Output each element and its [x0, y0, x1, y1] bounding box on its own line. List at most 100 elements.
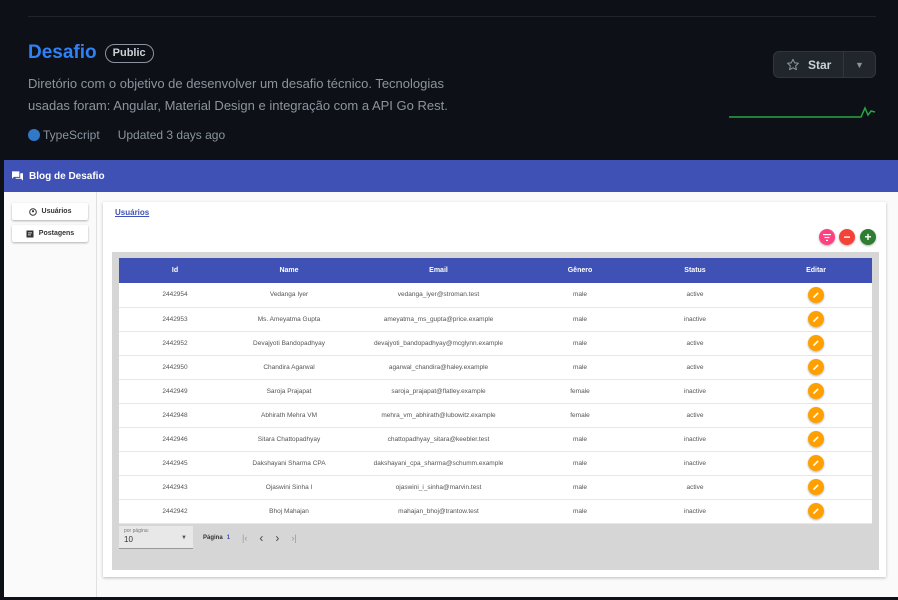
cell-status: inactive: [683, 459, 707, 467]
cell-email: ojaswini_i_sinha@marvin.test: [395, 483, 482, 491]
cell-id: 2442943: [162, 483, 188, 491]
page-label: Página: [203, 534, 223, 541]
pencil-icon: [813, 460, 819, 466]
table-row: 2442954 Vedanga Iyer vedanga_iyer@stroman.…: [119, 283, 872, 307]
filter-icon: [823, 233, 831, 241]
table-header-row: Id Name Email Gênero Status Editar: [119, 258, 872, 283]
column-header-name[interactable]: Name: [231, 258, 347, 283]
app-toolbar: Blog de Desafio: [4, 160, 898, 192]
cell-name: Vedanga Iyer: [269, 291, 309, 299]
edit-button[interactable]: [808, 286, 824, 303]
cell-name: Sitara Chattopadhyay: [257, 435, 321, 443]
pencil-icon: [813, 340, 819, 346]
filter-button[interactable]: [819, 229, 835, 245]
cell-id: 2442946: [162, 435, 188, 443]
cell-name: Chandira Agarwal: [263, 363, 315, 371]
column-header-email[interactable]: Email: [347, 258, 530, 283]
repo-updated: Updated 3 days ago: [117, 128, 226, 142]
cell-edit: [760, 307, 872, 331]
cell-id: 2442945: [162, 459, 188, 467]
table-row: 2442948 Abhirath Mehra VM mehra_vm_abhirat…: [119, 403, 872, 427]
repo-description: Diretório com o objetivo de desenvolver …: [28, 76, 448, 113]
cell-email: mahajan_bhoj@trantow.test: [398, 507, 479, 515]
next-page-icon[interactable]: ›: [275, 531, 279, 545]
app-title: Blog de Desafio: [29, 170, 105, 182]
breadcrumb[interactable]: Usuários: [115, 208, 149, 217]
cell-status: active: [686, 339, 704, 347]
cell-status: active: [686, 483, 704, 491]
cell-id: 2442952: [162, 339, 188, 347]
cell-status: active: [686, 363, 704, 371]
column-header-status[interactable]: Status: [630, 258, 760, 283]
remove-button[interactable]: −: [839, 229, 855, 245]
cell-name: Ojaswini Sinha I: [265, 483, 313, 491]
sidebar-item-usuarios[interactable]: Usuários: [12, 203, 88, 220]
sidebar-item-postagens[interactable]: Postagens: [12, 225, 88, 242]
caret-down-icon: ▼: [181, 535, 187, 541]
cell-name: Ms. Ameyatma Gupta: [257, 315, 321, 323]
star-button[interactable]: Star: [774, 52, 844, 77]
cell-email: chattopadhyay_sitara@keebler.test: [387, 435, 490, 443]
pencil-icon: [813, 316, 819, 322]
table-row: 2442946 Sitara Chattopadhyay chattopadhyay…: [119, 427, 872, 451]
cell-name: Saroja Prajapat: [266, 387, 312, 395]
table-row: 2442943 Ojaswini Sinha I ojaswini_i_sinha@…: [119, 475, 872, 499]
cell-edit: [760, 475, 872, 499]
edit-button[interactable]: [808, 407, 824, 423]
cell-id: 2442942: [162, 507, 188, 515]
pencil-icon: [813, 388, 819, 394]
cell-gender: female: [570, 387, 590, 395]
cell-edit: [760, 427, 872, 451]
forum-icon: [12, 171, 23, 181]
edit-button[interactable]: [808, 503, 824, 519]
post-icon: [26, 230, 34, 237]
repo-name-link[interactable]: Desafio: [28, 42, 97, 64]
cell-email: agarwal_chandira@haley.example: [388, 363, 489, 371]
edit-button[interactable]: [808, 311, 824, 327]
edit-button[interactable]: [808, 479, 824, 495]
star-button-group: Star ▼: [773, 51, 876, 78]
cell-email: vedanga_iyer@stroman.test: [397, 291, 480, 299]
content-card: Usuários − + Id Name Email Gênero Status…: [103, 202, 886, 577]
table-row: 2442950 Chandira Agarwal agarwal_chandira@…: [119, 355, 872, 379]
page-size-select[interactable]: por página: 10 ▼: [119, 526, 193, 549]
edit-button[interactable]: [808, 431, 824, 447]
cell-gender: male: [572, 435, 588, 443]
column-header-gender[interactable]: Gênero: [530, 258, 630, 283]
cell-edit: [760, 331, 872, 355]
edit-button[interactable]: [808, 455, 824, 471]
star-dropdown-button[interactable]: ▼: [844, 52, 875, 77]
cell-email: ameyatma_ms_gupta@price.example: [383, 315, 494, 323]
star-label: Star: [808, 57, 832, 72]
repo-title-row: Desafio Public: [28, 42, 154, 64]
pencil-icon: [813, 508, 819, 514]
cell-gender: male: [572, 483, 588, 491]
cell-status: inactive: [683, 315, 707, 323]
activity-sparkline: [729, 106, 876, 118]
cell-id: 2442954: [162, 291, 188, 299]
last-page-icon[interactable]: ›|: [291, 533, 296, 543]
cell-id: 2442953: [162, 315, 188, 323]
caret-down-icon: ▼: [855, 59, 864, 70]
edit-button[interactable]: [808, 383, 824, 399]
cell-gender: male: [572, 339, 588, 347]
app-screenshot: Blog de Desafio Usuários Postagens Usuár…: [4, 160, 898, 597]
page-size-value: 10: [124, 535, 133, 544]
cell-name: Abhirath Mehra VM: [261, 411, 317, 419]
cell-gender: male: [572, 315, 588, 323]
page-size-label: por página:: [124, 528, 150, 534]
sidebar-item-label: Postagens: [38, 230, 75, 237]
cell-status: inactive: [683, 387, 707, 395]
edit-button[interactable]: [808, 359, 824, 375]
first-page-icon[interactable]: |‹: [242, 533, 247, 543]
repo-language: TypeScript: [43, 128, 100, 142]
users-table: Id Name Email Gênero Status Editar 24429…: [119, 258, 872, 524]
cell-edit: [760, 379, 872, 403]
edit-button[interactable]: [808, 335, 824, 351]
cell-name: Dakshayani Sharma CPA: [252, 459, 326, 467]
add-button[interactable]: +: [860, 229, 876, 245]
column-header-id[interactable]: Id: [119, 258, 231, 283]
page-number: 1: [226, 534, 231, 541]
previous-page-icon[interactable]: ‹: [259, 531, 263, 545]
table-row: 2442953 Ms. Ameyatma Gupta ameyatma_ms_gup…: [119, 307, 872, 331]
